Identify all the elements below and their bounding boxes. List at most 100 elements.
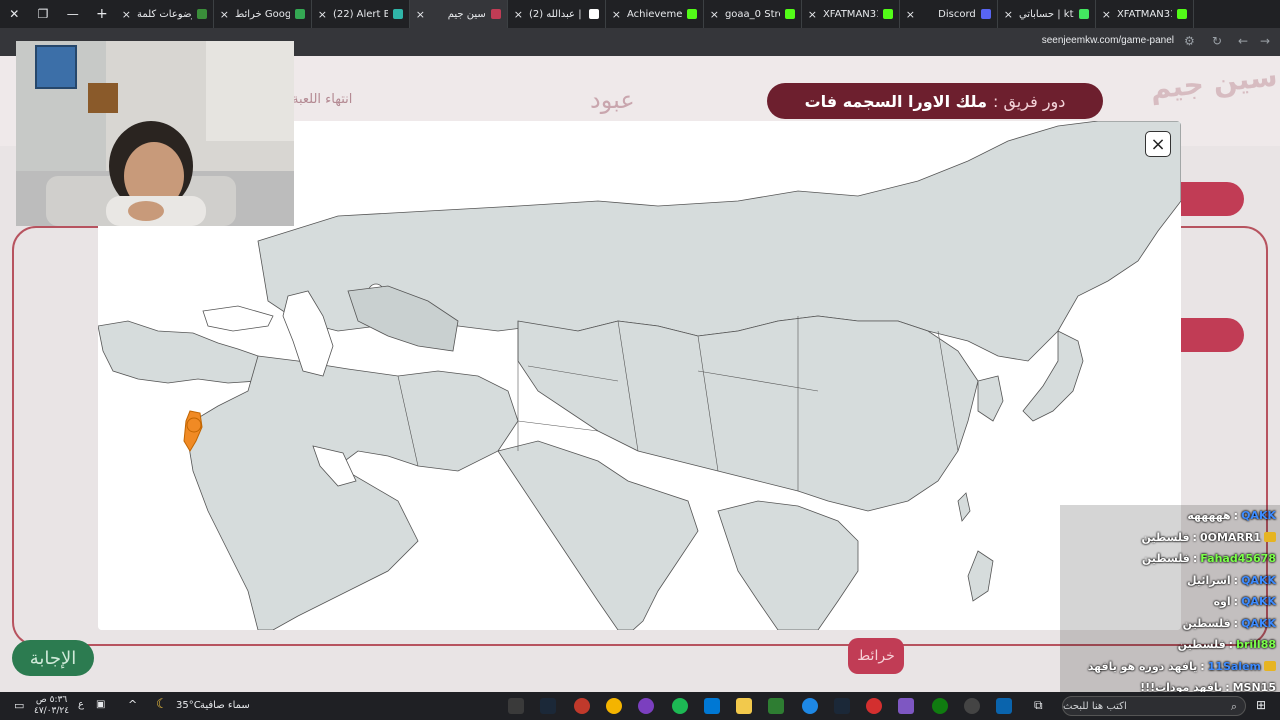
tab-favicon-icon [196,9,207,19]
browser-tab[interactable]: × حساباتي | ktree [998,0,1096,28]
site-settings-icon[interactable]: ⚙ [1184,34,1195,48]
tab-title: Discord [938,8,976,20]
chat-text: فلسطين [1177,638,1226,652]
close-tab-icon[interactable]: × [1102,8,1111,21]
browser-tab[interactable]: × خرائط Google [214,0,312,28]
steam-icon[interactable] [540,698,556,714]
task-view-icon[interactable]: ⧉ [1034,698,1043,713]
close-tab-icon[interactable]: × [514,8,523,21]
steam-icon[interactable] [834,698,850,714]
close-tab-icon[interactable]: × [416,8,425,21]
chat-username[interactable]: Fahad45678 [1200,552,1276,565]
chrome-icon[interactable] [606,698,622,714]
chat-separator: : [1228,638,1234,652]
new-tab-button[interactable]: + [88,6,116,22]
tab-favicon-icon [490,9,501,19]
browser-tab[interactable]: × goaa_0 Stream [704,0,802,28]
browser-tab[interactable]: × موضوعات كلمة [116,0,214,28]
language-indicator[interactable]: ع [78,699,84,710]
notification-icon[interactable]: ▭ [14,699,24,712]
minimize-window-icon[interactable]: — [67,7,79,21]
chat-text: فلسطين [1141,530,1190,544]
chat-separator: : [1233,595,1239,609]
taskbar: ▭ ٥:٣٦ ص ٤٧/٠٣/٢٤ ع ▣ ^ ☾ 35°C سماء صافي… [0,692,1280,720]
network-icon[interactable]: ▣ [96,699,105,710]
tab-bar: ✕ ❐ — + × موضوعات كلمة × خرائط Google × (22) … [0,0,1280,28]
close-tab-icon[interactable]: × [318,8,327,21]
taskbar-clock[interactable]: ٥:٣٦ ص ٤٧/٠٣/٢٤ [34,695,69,717]
back-icon[interactable]: ← [1238,34,1248,48]
browser-tab[interactable]: × (2) عبدالله | X [508,0,606,28]
tab-title: موضوعات كلمة [136,8,192,20]
browser-tab[interactable]: × Achievements [606,0,704,28]
search-placeholder: اكتب هنا للبحث [1063,700,1127,712]
close-tab-icon[interactable]: × [808,8,817,21]
chat-username[interactable]: brill88 [1236,638,1276,651]
chat-message: brill88: فلسطين [1060,634,1280,656]
chat-message: QAKK: هههههه [1060,505,1280,527]
spotify-icon[interactable] [672,698,688,714]
end-game-button[interactable]: انتهاء اللعبة [292,92,352,107]
outlook-icon[interactable] [996,698,1012,714]
store-icon[interactable] [704,698,720,714]
url-text[interactable]: seenjeemkw.com/game-panel [1042,35,1174,46]
chat-username[interactable]: QAKK [1241,574,1276,587]
taskbar-search[interactable]: ⌕ اكتب هنا للبحث [1062,696,1246,716]
obs-icon[interactable] [964,698,980,714]
chat-separator: : [1192,552,1198,566]
close-tab-icon[interactable]: × [122,8,131,21]
chat-separator: : [1192,530,1197,544]
chat-username[interactable]: 11Salem [1208,660,1261,673]
browser-tab[interactable]: × XFATMAN31 St [802,0,900,28]
close-window-icon[interactable]: ✕ [9,7,19,21]
weather-condition[interactable]: سماء صافية [200,700,250,711]
copilot-icon[interactable] [898,698,914,714]
temperature[interactable]: 35°C [176,700,201,711]
close-icon: × [1150,133,1166,155]
close-tab-icon[interactable]: × [612,8,621,21]
chat-username[interactable]: QAKK [1241,509,1276,522]
browser-tab[interactable]: × XFATMAN31 St [1096,0,1194,28]
epic-games-icon[interactable] [508,698,524,714]
reload-icon[interactable]: ↻ [1212,34,1222,48]
start-icon[interactable]: ⊞ [1256,698,1266,712]
webcam-overlay [16,41,294,226]
close-tab-icon[interactable]: × [1004,8,1013,21]
maps-button[interactable]: خرائط [848,638,904,674]
browser-tab[interactable]: × Discord [900,0,998,28]
chat-username[interactable]: QAKK [1241,617,1276,630]
tab-favicon-icon [392,9,403,19]
tab-title: خرائط Google [234,8,290,20]
chat-username[interactable]: QAKK [1241,595,1276,608]
close-tab-icon[interactable]: × [710,8,719,21]
team-label: دور فريق : [992,91,1066,111]
close-tab-icon[interactable]: × [220,8,229,21]
restore-window-icon[interactable]: ❐ [38,7,49,21]
clock-date: ٤٧/٠٣/٢٤ [34,706,70,716]
app-icon[interactable] [768,698,784,714]
moon-weather-icon: ☾ [156,697,168,712]
xbox-icon[interactable] [932,698,948,714]
tab-favicon-icon [1078,9,1089,19]
forward-icon[interactable]: → [1260,34,1270,48]
app-icon[interactable] [866,698,882,714]
search-icon: ⌕ [1230,700,1237,713]
edge-icon[interactable] [802,698,818,714]
answer-button[interactable]: الإجابة [12,640,94,676]
browser-tab[interactable]: × سين جيم [409,0,508,28]
close-modal-button[interactable]: × [1145,131,1171,157]
browser-tab[interactable]: × (22) Alert Box [312,0,410,28]
chat-username[interactable]: 0OMARR1 [1200,531,1261,544]
chat-separator: : [1233,616,1239,630]
tab-favicon-icon [784,9,795,19]
close-tab-icon[interactable]: × [906,8,915,21]
badge-icon [1264,532,1276,543]
chat-message: 11Salem: يافهد دوره هو يافهد [1060,655,1280,677]
app-icon[interactable] [574,698,590,714]
team-turn-pill: دور فريق : ملك الاورا السجمه فات [767,83,1103,119]
app-icon[interactable] [638,698,654,714]
file-explorer-icon[interactable] [736,698,752,714]
tray-chevron-icon[interactable]: ^ [128,698,137,711]
chat-text: يافهد دوره هو يافهد [1087,659,1198,673]
player-name: عبود [590,86,635,114]
